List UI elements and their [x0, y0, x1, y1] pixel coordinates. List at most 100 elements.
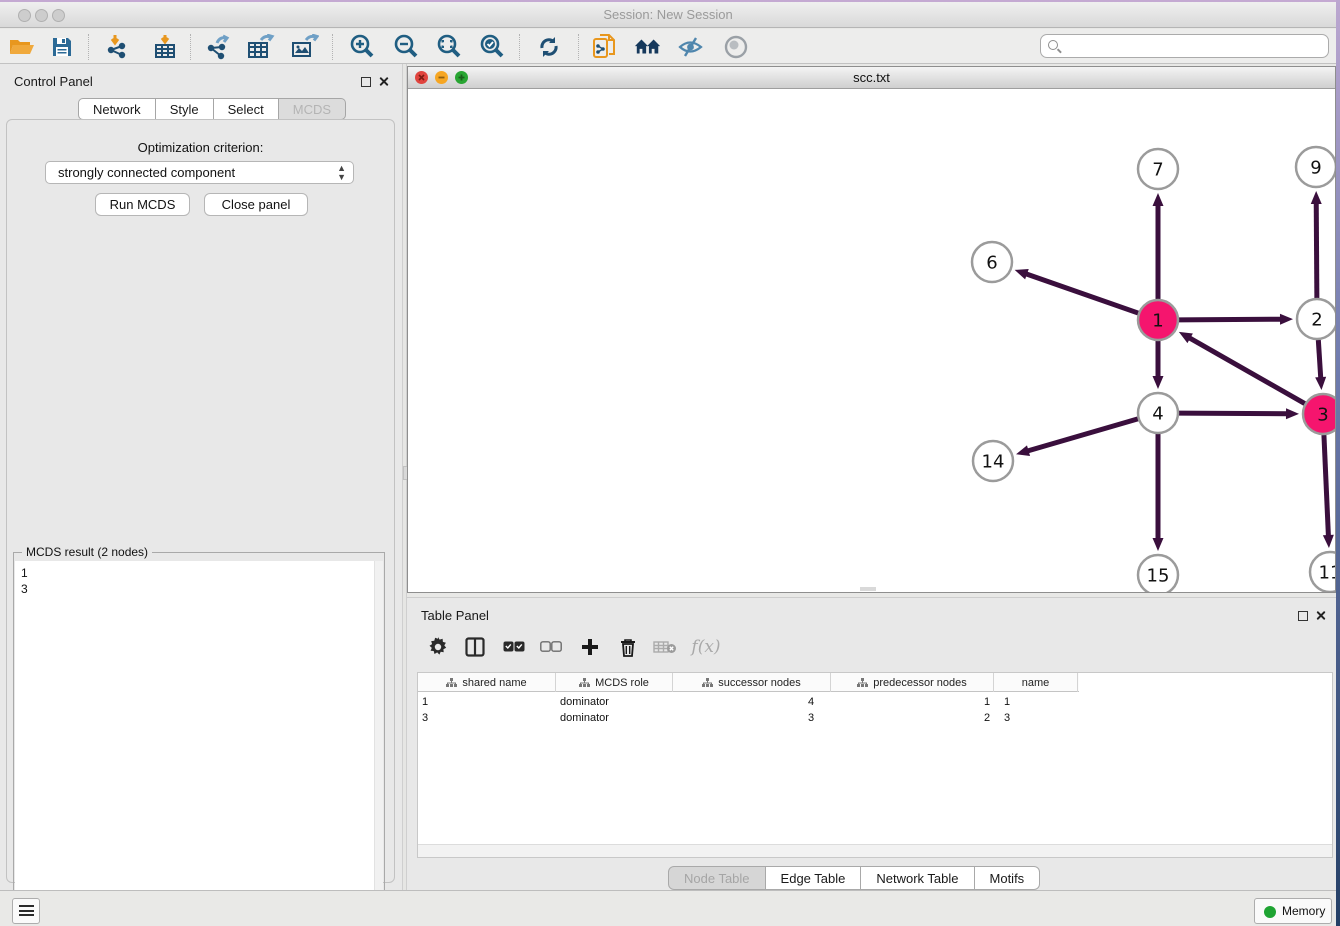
cell-successor-nodes: 4: [808, 696, 814, 708]
canvas-scrollbar-thumb[interactable]: [860, 587, 876, 591]
graph-edge[interactable]: [1179, 413, 1288, 414]
column-layout-icon[interactable]: [462, 634, 488, 660]
add-column-icon[interactable]: [577, 634, 603, 660]
toolbar-separator: [519, 34, 520, 60]
graph-node-label: 6: [986, 252, 997, 273]
cell-shared-name: 3: [422, 712, 428, 724]
import-network-icon[interactable]: [104, 33, 132, 61]
graph-node-label: 11: [1319, 562, 1335, 583]
edge-arrowhead-icon: [1323, 535, 1334, 548]
export-table-icon[interactable]: [247, 33, 275, 61]
column-header-shared-name[interactable]: shared name: [418, 673, 556, 692]
window-titlebar[interactable]: Session: New Session: [0, 2, 1336, 28]
tab-select[interactable]: Select: [214, 98, 279, 120]
run-mcds-button[interactable]: Run MCDS: [95, 193, 190, 216]
graph-edge[interactable]: [1318, 340, 1320, 379]
result-scrollbar[interactable]: [374, 561, 383, 926]
search-input[interactable]: [1067, 36, 1322, 56]
gear-icon[interactable]: [425, 634, 451, 660]
graph-edge[interactable]: [1316, 202, 1317, 298]
table-row[interactable]: 3 dominator 3 2 3: [418, 710, 1079, 726]
graph-node-label: 1: [1152, 310, 1163, 331]
graph-node-label: 9: [1310, 157, 1321, 178]
float-panel-icon[interactable]: [1298, 608, 1308, 626]
table-horizontal-scrollbar[interactable]: [418, 844, 1332, 857]
close-panel-icon[interactable]: [1315, 608, 1326, 626]
clone-network-icon[interactable]: [591, 33, 619, 61]
home-icon[interactable]: [634, 33, 662, 61]
cell-mcds-role: dominator: [560, 696, 609, 708]
export-image-icon[interactable]: [291, 33, 319, 61]
memory-button[interactable]: Memory: [1254, 898, 1332, 924]
close-panel-button[interactable]: Close panel: [204, 193, 308, 216]
status-bar: Memory: [0, 890, 1336, 926]
zoom-fit-icon[interactable]: [435, 33, 463, 61]
show-eye-icon[interactable]: [722, 33, 750, 61]
network-frame-titlebar[interactable]: scc.txt: [408, 67, 1335, 89]
network-frame-title: scc.txt: [408, 70, 1335, 85]
cell-shared-name: 1: [422, 696, 428, 708]
toolbar-separator: [578, 34, 579, 60]
mcds-result-textarea[interactable]: 1 3: [15, 561, 383, 926]
column-header-successor-nodes[interactable]: successor nodes: [673, 673, 831, 692]
open-folder-icon[interactable]: [8, 33, 36, 61]
column-header-name[interactable]: name: [994, 673, 1078, 692]
graph-edge[interactable]: [1027, 419, 1138, 451]
table-tabs: Node Table Edge Table Network Table Moti…: [668, 866, 1040, 890]
column-header-mcds-role[interactable]: MCDS role: [556, 673, 673, 692]
zoom-out-icon[interactable]: [392, 33, 420, 61]
clear-checkboxes-icon[interactable]: [538, 634, 564, 660]
desktop-wallpaper-edge: [1336, 0, 1340, 926]
tab-node-table[interactable]: Node Table: [668, 866, 766, 890]
control-panel-tabs: Network Style Select MCDS: [78, 98, 346, 120]
tab-network[interactable]: Network: [78, 98, 156, 120]
list-icon: [19, 905, 34, 918]
graph-edge[interactable]: [1179, 319, 1282, 320]
function-builder-icon[interactable]: f(x): [689, 634, 723, 660]
tab-network-table[interactable]: Network Table: [861, 866, 974, 890]
graph-edge[interactable]: [1324, 435, 1329, 537]
control-panel: Control Panel Network Style Select MCDS …: [0, 64, 402, 891]
node-table: shared name MCDS role successor nodes pr…: [417, 672, 1333, 858]
float-panel-icon[interactable]: [361, 74, 371, 92]
cell-name: 1: [1004, 696, 1010, 708]
toolbar-separator: [190, 34, 191, 60]
mcds-result-value: 1: [21, 566, 28, 580]
criterion-dropdown[interactable]: strongly connected component ▲▼: [45, 161, 354, 184]
optimization-criterion-label: Optimization criterion:: [7, 140, 394, 155]
memory-status-dot: [1264, 906, 1276, 918]
table-header-row: shared name MCDS role successor nodes pr…: [418, 673, 1079, 692]
zoom-selected-icon[interactable]: [478, 33, 506, 61]
graph-node-label: 3: [1317, 404, 1328, 425]
network-graph-canvas[interactable]: 1234678910111415: [408, 89, 1335, 592]
save-icon[interactable]: [48, 33, 76, 61]
hide-eye-icon[interactable]: [677, 33, 705, 61]
edge-arrowhead-icon: [1153, 193, 1164, 206]
edge-arrowhead-icon: [1016, 445, 1030, 456]
tab-edge-table[interactable]: Edge Table: [766, 866, 862, 890]
table-row[interactable]: 1 dominator 4 1 1: [418, 694, 1079, 710]
zoom-in-icon[interactable]: [348, 33, 376, 61]
tab-motifs[interactable]: Motifs: [975, 866, 1041, 890]
hierarchy-icon: [579, 678, 590, 687]
export-network-icon[interactable]: [204, 33, 232, 61]
network-view-frame: scc.txt 1234678910111415: [407, 66, 1336, 593]
graph-edge[interactable]: [1025, 274, 1138, 314]
delete-column-icon[interactable]: [615, 634, 641, 660]
table-panel: Table Panel: [407, 597, 1336, 891]
delete-table-icon[interactable]: [652, 634, 678, 660]
close-panel-icon[interactable]: [378, 74, 389, 92]
graph-node-label: 2: [1311, 309, 1322, 330]
import-table-icon[interactable]: [151, 33, 179, 61]
edge-arrowhead-icon: [1286, 408, 1299, 419]
task-history-button[interactable]: [12, 898, 40, 924]
edge-arrowhead-icon: [1311, 191, 1322, 204]
tab-style[interactable]: Style: [156, 98, 214, 120]
cell-predecessor-nodes: 1: [984, 696, 990, 708]
cell-name: 3: [1004, 712, 1010, 724]
column-header-predecessor-nodes[interactable]: predecessor nodes: [831, 673, 994, 692]
tab-mcds[interactable]: MCDS: [279, 98, 346, 120]
select-all-checkboxes-icon[interactable]: [501, 634, 527, 660]
refresh-icon[interactable]: [535, 33, 563, 61]
graph-edge[interactable]: [1188, 337, 1304, 403]
